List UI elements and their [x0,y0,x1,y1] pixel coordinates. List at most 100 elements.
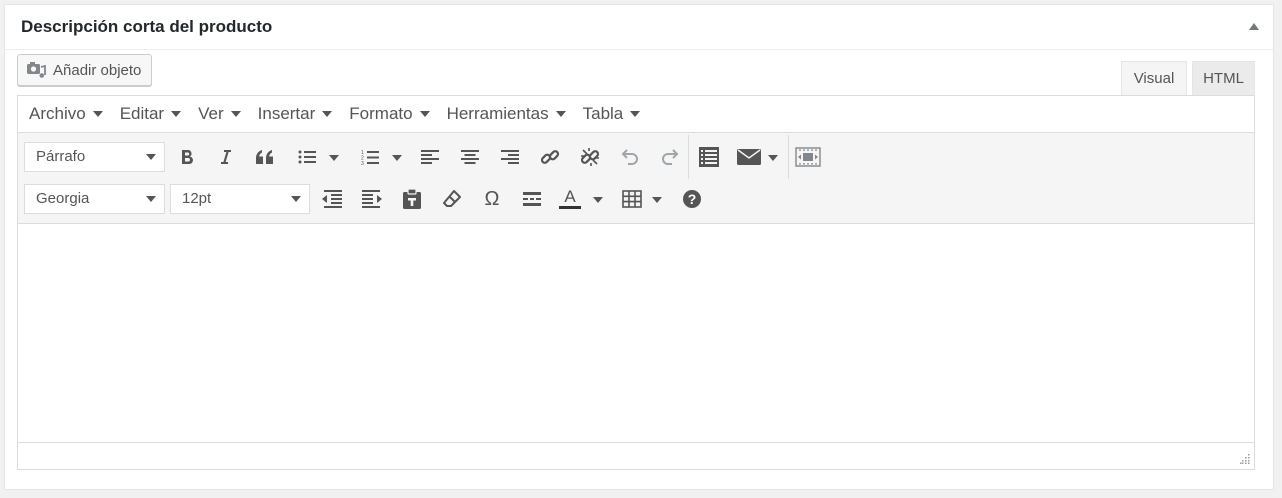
add-media-button[interactable]: Añadir objeto [17,54,153,86]
caret-down-icon [92,111,103,117]
bold-button[interactable] [172,142,202,172]
format-select-value: Párrafo [36,148,86,165]
caret-down-icon [291,196,301,202]
italic-button[interactable] [210,142,240,172]
caret-down-icon [630,111,641,117]
numbered-list-icon: 123 [361,150,379,166]
resize-handle-icon[interactable] [1240,454,1250,464]
undo-button[interactable] [615,142,645,172]
font-select-value: Georgia [36,190,90,207]
menu-herramientas[interactable]: Herramientas [447,104,566,124]
fullscreen-icon [795,147,821,167]
toolbar-row-1: Párrafo 123 [18,135,1254,179]
unlink-icon [580,148,600,166]
clipboard-text-icon [403,188,421,209]
font-size-select[interactable]: 12pt [170,184,310,214]
caret-down-icon [171,111,182,117]
menu-label: Herramientas [446,104,549,123]
align-right-icon [501,150,519,164]
tab-html[interactable]: HTML [1192,61,1255,95]
outdent-button[interactable] [317,184,347,214]
bold-icon [182,150,193,165]
svg-text:3: 3 [361,161,364,166]
tab-visual[interactable]: Visual [1121,61,1187,95]
link-icon [540,150,560,164]
menu-archivo[interactable]: Archivo [29,104,103,124]
read-more-button[interactable] [694,142,724,172]
align-left-button[interactable] [415,142,445,172]
table-dropdown[interactable] [652,197,662,203]
caret-down-icon [230,111,241,117]
size-select-value: 12pt [182,190,212,207]
align-right-button[interactable] [495,142,525,172]
caret-down-icon [419,111,430,117]
horizontal-line-button[interactable] [517,184,547,214]
add-media-label: Añadir objeto [53,61,142,79]
caret-down-icon [146,196,156,202]
blockquote-button[interactable] [250,142,280,172]
paragraph-format-select[interactable]: Párrafo [24,142,165,172]
help-icon: ? [683,190,701,208]
read-more-icon [699,147,719,167]
postbox-title: Descripción corta del producto [21,17,273,36]
email-button[interactable] [734,142,764,172]
undo-icon [621,149,638,165]
email-dropdown[interactable] [768,155,778,161]
camera-music-icon [27,62,46,78]
arrow-up-icon[interactable] [1249,23,1259,30]
table-button[interactable] [617,184,647,214]
help-button[interactable]: ? [677,184,707,214]
editor-content-area[interactable] [18,224,1254,442]
text-color-dropdown[interactable] [593,197,603,203]
postbox-header: Descripción corta del producto [5,5,1273,50]
indent-button[interactable] [357,184,387,214]
align-center-icon [461,150,479,164]
text-color-button[interactable]: A [555,184,585,214]
special-character-button[interactable]: Ω [477,184,507,214]
bullet-list-icon [298,150,316,164]
menu-label: Ver [198,104,224,123]
horizontal-line-icon [523,192,541,206]
caret-down-icon [146,154,156,160]
numbered-list-dropdown[interactable] [392,155,402,161]
editor-menubar: Archivo Editar Ver Insertar Formato Herr… [18,96,1254,133]
menu-label: Editar [119,104,165,123]
bullet-list-dropdown[interactable] [329,155,339,161]
editor-toolbar: Párrafo 123 Georgia 12pt Ω A ? [18,133,1254,224]
numbered-list-button[interactable]: 123 [355,142,385,172]
align-left-icon [421,150,439,164]
text-color-icon: A [559,188,581,209]
envelope-icon [737,149,761,165]
font-family-select[interactable]: Georgia [24,184,165,214]
quote-icon [256,150,273,164]
menu-editar[interactable]: Editar [119,104,182,124]
clear-formatting-button[interactable] [437,184,467,214]
menu-tabla[interactable]: Tabla [583,104,641,124]
menu-label: Tabla [582,104,624,123]
eraser-icon [443,190,461,207]
menu-formato[interactable]: Formato [349,104,430,124]
toolbar-separator [788,135,789,179]
insert-link-button[interactable] [535,142,565,172]
remove-link-button[interactable] [575,142,605,172]
redo-button[interactable] [655,142,685,172]
indent-icon [362,190,382,208]
distraction-free-button[interactable] [793,142,823,172]
italic-icon [221,150,231,164]
menu-label: Formato [349,104,413,123]
align-center-button[interactable] [455,142,485,172]
svg-text:A: A [564,188,576,206]
bullet-list-button[interactable] [292,142,322,172]
menu-label: Archivo [29,104,86,123]
caret-down-icon [322,111,333,117]
caret-down-icon [555,111,566,117]
redo-icon [662,149,679,165]
toolbar-separator [688,135,689,179]
toolbar-row-2: Georgia 12pt Ω A ? [18,181,1254,217]
paste-text-button[interactable] [397,184,427,214]
editor-statusbar [18,442,1254,468]
table-icon [622,190,642,208]
menu-ver[interactable]: Ver [198,104,241,124]
menu-insertar[interactable]: Insertar [258,104,333,124]
menu-label: Insertar [257,104,316,123]
